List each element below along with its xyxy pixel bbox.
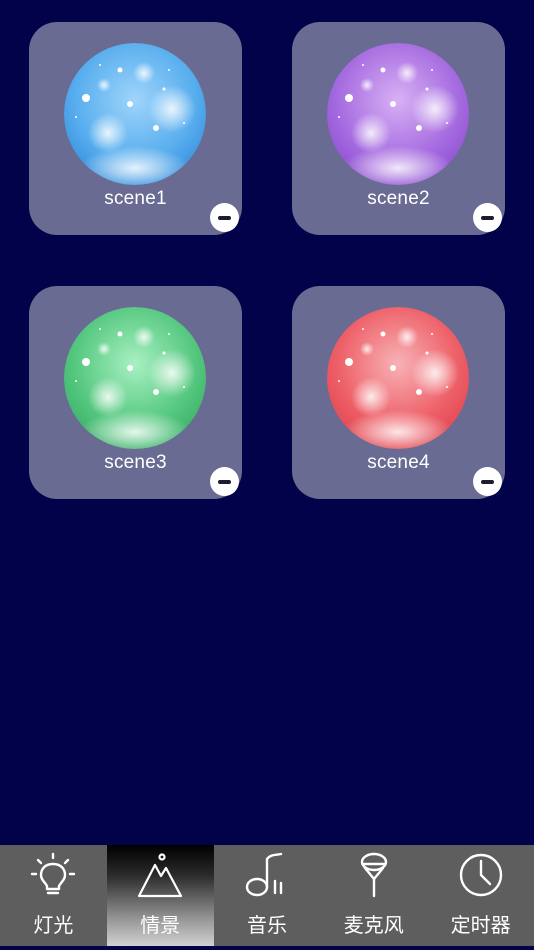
clock-icon	[459, 853, 502, 897]
music-note-icon	[245, 852, 283, 897]
scene-orb	[64, 307, 206, 449]
remove-scene-button[interactable]	[473, 467, 502, 496]
minus-icon	[218, 215, 231, 220]
remove-scene-button[interactable]	[473, 203, 502, 232]
minus-icon	[481, 479, 494, 484]
bottom-tab-bar: 灯光 情景 音乐 麦克风 定时器	[0, 845, 534, 946]
scene-orb	[64, 43, 206, 185]
mountain-icon	[138, 853, 183, 898]
tab-microphone[interactable]: 麦克风	[320, 845, 427, 946]
tab-timer[interactable]: 定时器	[427, 845, 534, 946]
scene-card-3[interactable]: scene3	[29, 286, 242, 499]
scene-orb	[327, 307, 469, 449]
minus-icon	[481, 215, 494, 220]
scene-card-2[interactable]: scene2	[292, 22, 505, 235]
tab-label: 灯光	[33, 913, 74, 937]
tab-label: 音乐	[246, 913, 287, 937]
remove-scene-button[interactable]	[210, 203, 239, 232]
scene-card-4[interactable]: scene4	[292, 286, 505, 499]
tab-label: 麦克风	[343, 913, 404, 937]
tab-label: 情景	[140, 913, 181, 937]
scene-label: scene1	[104, 188, 167, 209]
tab-label: 定时器	[450, 913, 511, 937]
light-bulb-icon	[31, 852, 76, 895]
tab-music[interactable]: 音乐	[214, 845, 321, 946]
scene-label: scene4	[367, 452, 430, 473]
scene-label: scene3	[104, 452, 167, 473]
tab-scene[interactable]: 情景	[106, 845, 214, 946]
scene-card-1[interactable]: scene1	[29, 22, 242, 235]
microphone-icon	[360, 852, 387, 898]
scene-orb	[327, 43, 469, 185]
minus-icon	[218, 479, 231, 484]
scene-label: scene2	[367, 188, 430, 209]
tab-light[interactable]: 灯光	[0, 845, 107, 946]
remove-scene-button[interactable]	[210, 467, 239, 496]
